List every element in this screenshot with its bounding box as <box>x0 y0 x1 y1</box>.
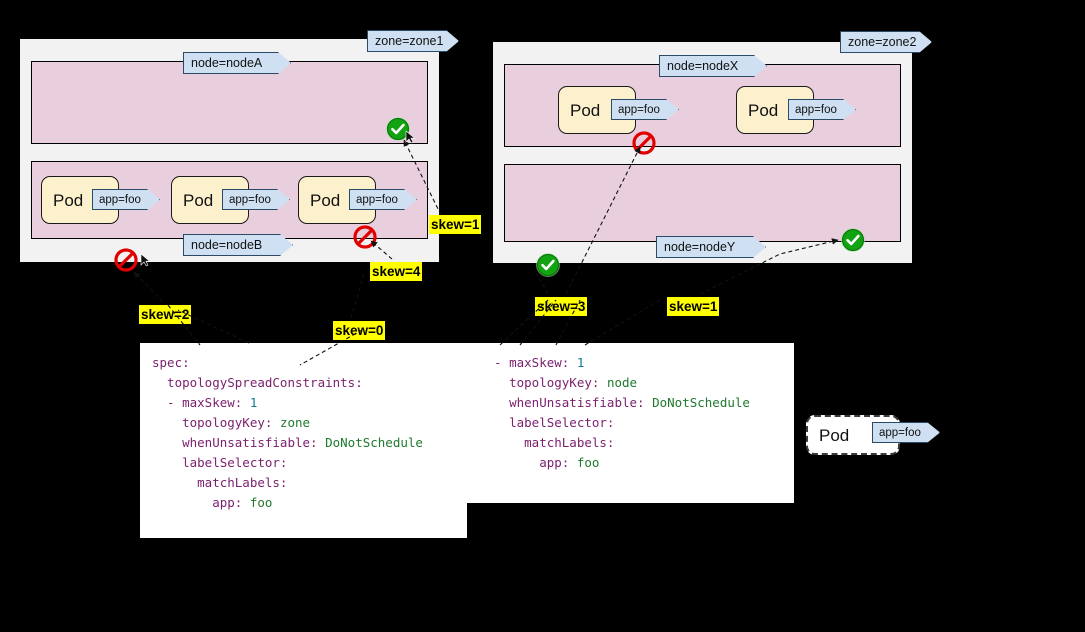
code-token: DoNotSchedule <box>652 395 750 410</box>
code-line: app: foo <box>479 453 782 473</box>
incoming-pod-tag-text: app=foo <box>879 426 921 439</box>
code-line: app: foo <box>152 493 455 513</box>
zone-label-zone1-text: zone=zone1 <box>375 34 444 48</box>
denied-nodeX-icon <box>631 130 657 156</box>
pod-nodeB-3-tag-text: app=foo <box>356 193 398 206</box>
code-text-node-constraint: - maxSkew: 1 topologyKey: node whenUnsat… <box>467 343 794 473</box>
pod-nodeX-1-label: Pod <box>570 100 601 120</box>
pod-nodeX-1-tag-text: app=foo <box>618 103 660 116</box>
skew-badge-nodeA: skew=1 <box>429 215 482 234</box>
pod-nodeX-2-label: Pod <box>748 100 779 120</box>
zone-label-zone2-text: zone=zone2 <box>848 35 917 49</box>
denied-nodeB-icon <box>352 224 378 250</box>
code-block-node-constraint: - maxSkew: 1 topologyKey: node whenUnsat… <box>467 343 794 503</box>
code-token: - maxSkew: <box>152 395 250 410</box>
node-label-nodeB-text: node=nodeB <box>191 238 263 252</box>
code-line: matchLabels: <box>479 433 782 453</box>
mouse-cursor-icon <box>140 253 151 267</box>
code-line: whenUnsatisfiable: DoNotSchedule <box>479 393 782 413</box>
code-line: topologyKey: node <box>479 373 782 393</box>
code-token: node <box>606 375 638 390</box>
pod-nodeB-1-label: Pod <box>53 190 84 210</box>
code-token: matchLabels: <box>479 435 615 450</box>
code-token: DoNotSchedule <box>325 435 423 450</box>
code-token: 1 <box>576 355 585 370</box>
skew-badge-zone2: skew=0 <box>333 321 386 340</box>
pod-nodeX-2-tag: app=foo <box>788 99 856 120</box>
code-line: labelSelector: <box>152 453 455 473</box>
code-token: spec: <box>152 355 190 370</box>
pod-nodeB-2-tag: app=foo <box>222 189 290 210</box>
pod-nodeB-3-tag: app=foo <box>349 189 417 210</box>
pod-nodeB-1-tag-text: app=foo <box>99 193 141 206</box>
pod-nodeB-2-tag-text: app=foo <box>229 193 271 206</box>
code-token: whenUnsatisfiable: <box>152 435 326 450</box>
node-label-nodeA-text: node=nodeA <box>191 56 263 70</box>
code-token: matchLabels: <box>152 475 288 490</box>
pod-nodeX-2-tag-text: app=foo <box>795 103 837 116</box>
code-token: foo <box>249 495 273 510</box>
pod-nodeX-1-tag: app=foo <box>611 99 679 120</box>
code-token: zone <box>279 415 311 430</box>
code-line: labelSelector: <box>479 413 782 433</box>
node-label-nodeY: node=nodeY <box>656 236 766 258</box>
pod-nodeB-2-label: Pod <box>183 190 214 210</box>
denied-zone1-outside-icon <box>113 247 139 273</box>
code-token: topologySpreadConstraints: <box>152 375 363 390</box>
incoming-pod-tag: app=foo <box>872 422 940 443</box>
allowed-zone2-icon <box>535 252 561 278</box>
code-token: labelSelector: <box>152 455 288 470</box>
code-token: 1 <box>249 395 258 410</box>
node-label-nodeY-text: node=nodeY <box>664 240 736 254</box>
node-label-nodeB: node=nodeB <box>183 234 293 256</box>
code-line: spec: <box>152 353 455 373</box>
code-token: app: <box>152 495 250 510</box>
incoming-pod-label: Pod <box>819 425 850 445</box>
code-line: topologySpreadConstraints: <box>152 373 455 393</box>
node-label-nodeX-text: node=nodeX <box>667 59 739 73</box>
code-token: whenUnsatisfiable: <box>479 395 653 410</box>
code-line: whenUnsatisfiable: DoNotSchedule <box>152 433 455 453</box>
skew-badge-nodeB: skew=4 <box>370 262 423 281</box>
skew-badge-nodeY: skew=1 <box>667 297 720 316</box>
node-label-nodeA: node=nodeA <box>183 52 291 74</box>
node-label-nodeX: node=nodeX <box>659 55 767 77</box>
skew-badge-zone1: skew=2 <box>139 305 192 324</box>
skew-badge-nodeX: skew=3 <box>535 297 588 316</box>
code-line: topologyKey: zone <box>152 413 455 433</box>
diagram-canvas: zone=zone1 node=nodeA node=nodeB Pod app… <box>0 0 1085 632</box>
pod-nodeB-3-label: Pod <box>310 190 341 210</box>
code-block-zone-constraint: spec: topologySpreadConstraints: - maxSk… <box>140 343 467 538</box>
code-token: labelSelector: <box>479 415 615 430</box>
zone-label-zone1: zone=zone1 <box>367 30 459 52</box>
code-token: topologyKey: <box>479 375 607 390</box>
code-token: app: <box>479 455 577 470</box>
mouse-cursor-icon-2 <box>405 130 416 144</box>
code-text-zone-constraint: spec: topologySpreadConstraints: - maxSk… <box>140 343 467 513</box>
code-line: - maxSkew: 1 <box>152 393 455 413</box>
code-line: - maxSkew: 1 <box>479 353 782 373</box>
code-token: foo <box>576 455 600 470</box>
pod-nodeB-1-tag: app=foo <box>92 189 160 210</box>
code-line: matchLabels: <box>152 473 455 493</box>
allowed-nodeY-icon <box>840 227 866 253</box>
code-token: topologyKey: <box>152 415 280 430</box>
code-token: - maxSkew: <box>479 355 577 370</box>
zone-label-zone2: zone=zone2 <box>840 31 932 53</box>
